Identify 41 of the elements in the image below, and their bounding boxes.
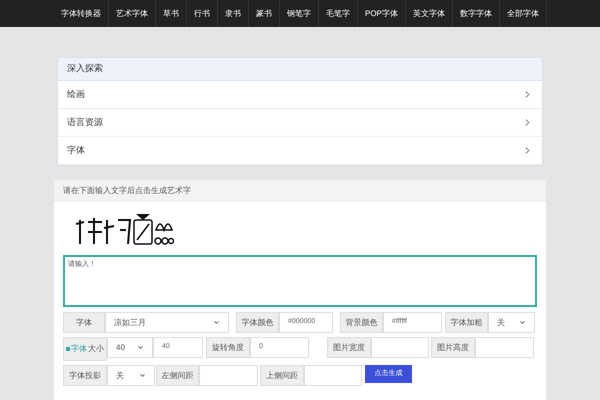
caret-icon — [137, 344, 144, 351]
nav-link[interactable]: 艺术字体 — [109, 0, 156, 27]
field-label: 左侧间距 — [156, 365, 199, 386]
input-field[interactable] — [475, 337, 534, 358]
field-label: 上侧间距 — [260, 365, 304, 386]
select-field[interactable]: 关 — [107, 365, 155, 386]
nav-link[interactable]: 钢笔字 — [280, 0, 319, 27]
field-label: 字体加粗 — [445, 312, 488, 333]
input-field[interactable] — [199, 365, 258, 386]
field-label: 旋转角度 — [206, 337, 250, 358]
nav-link[interactable]: 字体转换器 — [54, 0, 109, 27]
field-label: 图片宽度 — [327, 337, 371, 358]
nav-link[interactable]: 毛笔字 — [319, 0, 358, 27]
caret-icon — [519, 319, 526, 326]
select-field[interactable]: 凉如三月 — [105, 312, 229, 333]
field-label: 图片高度 — [431, 337, 475, 358]
explore-item[interactable]: 语言资源 — [58, 109, 542, 137]
nav-link[interactable]: 草书 — [156, 0, 187, 27]
nav-link[interactable]: 篆书 — [249, 0, 280, 27]
nav-link[interactable]: POP字体 — [358, 0, 406, 27]
grid-icon — [66, 347, 70, 351]
select-field[interactable]: 关 — [488, 312, 535, 333]
select-field[interactable]: 40 — [107, 337, 153, 358]
caret-icon — [139, 372, 146, 379]
panel-title: 深入探索 — [58, 58, 542, 81]
field-label: 字体 — [63, 312, 105, 333]
nav-link[interactable]: 数字字体 — [452, 0, 500, 27]
explore-item[interactable]: 字体 — [58, 137, 542, 165]
field-label: 背景颜色 — [340, 312, 383, 333]
explore-item[interactable]: 绘画 — [58, 81, 542, 109]
nav-link[interactable]: 隶书 — [218, 0, 249, 27]
input-field[interactable] — [371, 337, 429, 358]
nav-link[interactable]: 全部字体 — [500, 0, 547, 27]
field-label: 字体颜色 — [236, 312, 279, 333]
panel-title: 请在下面输入文字后点击生成艺术字 — [54, 180, 546, 202]
field-label: 字体投影 — [63, 365, 107, 386]
nav-link[interactable]: 英文字体 — [406, 0, 453, 27]
field-label: 大小 — [88, 343, 104, 355]
nav-link[interactable]: 行书 — [187, 0, 218, 27]
caret-icon — [213, 319, 220, 326]
input-field[interactable] — [304, 365, 362, 386]
